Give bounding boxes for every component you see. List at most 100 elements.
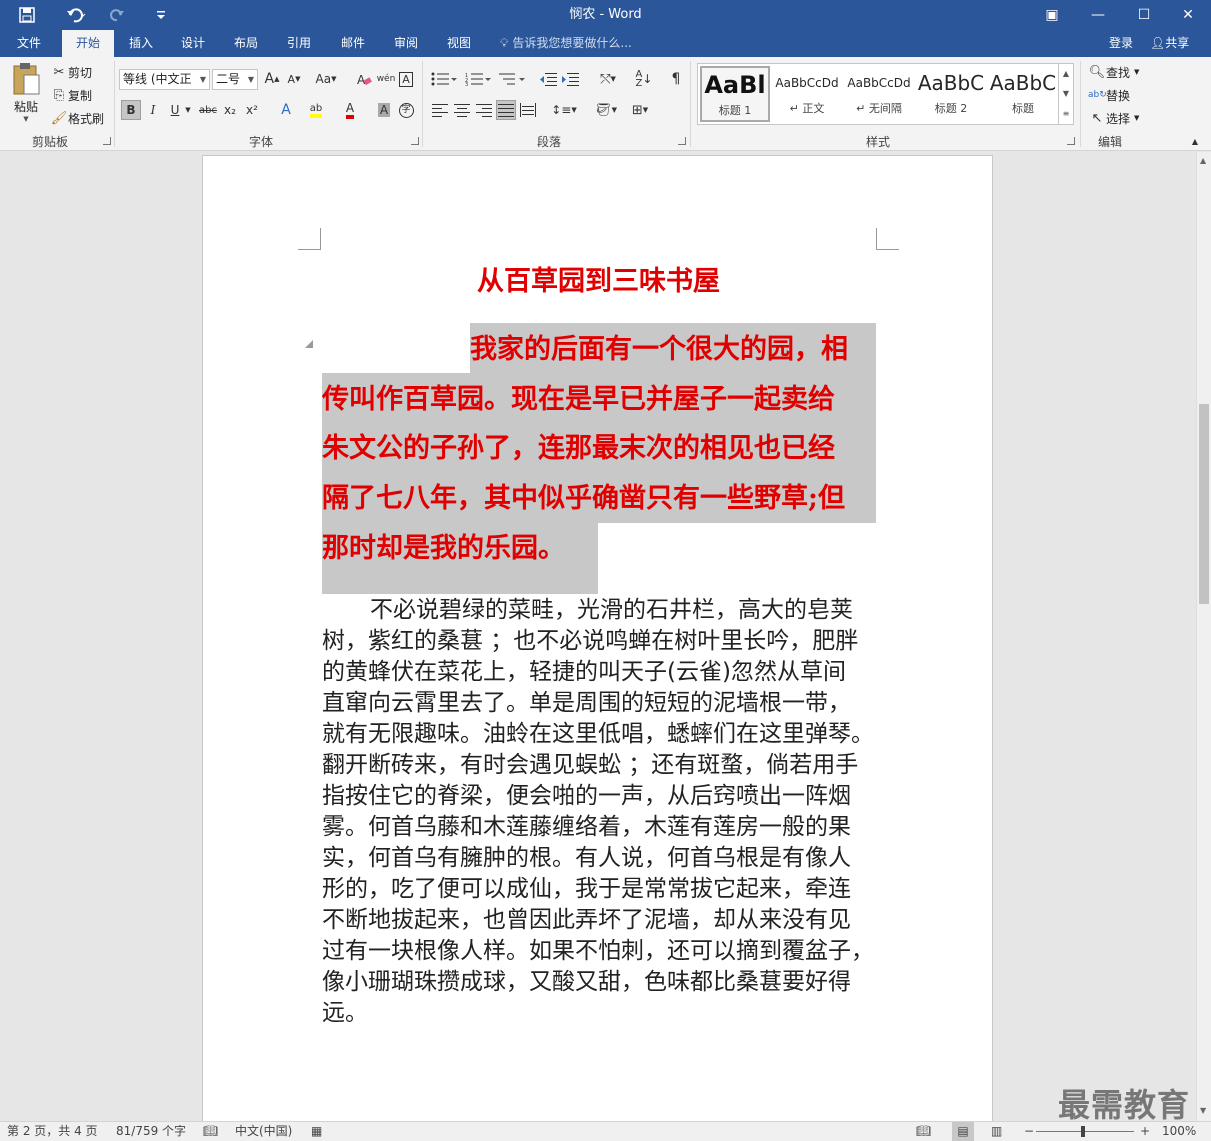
body-text-line[interactable]: 雾。何首乌藤和木莲藤缠络着，木莲有莲房一般的果 (322, 812, 851, 843)
underline-dropdown-icon[interactable]: ▼ (183, 100, 193, 120)
style-heading-1[interactable]: AaBl 标题 1 (700, 66, 770, 122)
shading-icon[interactable]: 🪣︎ ▼ (592, 100, 620, 120)
highlighted-text-line[interactable]: 隔了七八年，其中似乎确凿只有一些野草;但 (322, 474, 845, 524)
maximize-button[interactable]: ☐ (1121, 0, 1167, 30)
multilevel-list-icon[interactable] (498, 69, 526, 89)
highlighted-text-line[interactable]: 传叫作百草园。现在是早已并屋子一起卖给 (322, 375, 835, 425)
borders-icon[interactable]: ⊞ ▼ (626, 100, 654, 120)
change-case-button[interactable]: Aa ▼ (312, 69, 340, 89)
shrink-font-button[interactable]: A ▼ (284, 69, 304, 89)
scroll-up-icon[interactable]: ▲ (1200, 156, 1206, 165)
strikethrough-button[interactable]: abc (198, 100, 218, 120)
read-mode-icon[interactable]: 📖︎ (916, 1122, 931, 1141)
cut-button[interactable]: ✂ 剪切 (50, 62, 92, 82)
web-layout-icon[interactable]: ▥ (991, 1122, 1002, 1141)
replace-button[interactable]: ab↻ 替换 (1088, 85, 1130, 105)
format-painter-button[interactable]: 🖌︎ 格式刷 (50, 108, 104, 128)
copy-button[interactable]: ⎘ 复制 (50, 85, 92, 105)
close-button[interactable]: ✕ (1165, 0, 1211, 30)
style-heading-2[interactable]: AaBbC 标题 2 (916, 66, 986, 122)
zoom-slider-thumb[interactable] (1081, 1126, 1085, 1137)
body-text-line[interactable]: 翻开断砖来，有时会遇见蜈蚣 ；还有斑蝥，倘若用手 (322, 750, 858, 781)
highlighted-text-line[interactable]: 那时却是我的乐园。 (322, 524, 565, 574)
document-heading[interactable]: 从百草园到三味书屋 (203, 259, 994, 298)
styles-scroll[interactable]: ▲ ▼ ≡ (1059, 63, 1074, 125)
zoom-level[interactable]: 100% (1162, 1122, 1196, 1141)
more-styles-icon[interactable]: ≡ (1059, 104, 1073, 124)
text-effects-button[interactable]: A (276, 100, 296, 120)
body-text-line[interactable]: 树，紫红的桑葚 ；也不必说鸣蝉在树叶里长吟，肥胖 (322, 626, 858, 657)
proofing-icon[interactable]: 📖︎ (203, 1122, 218, 1141)
scroll-down-icon[interactable]: ▼ (1200, 1106, 1206, 1115)
collapse-ribbon-icon[interactable]: ▲ (1188, 135, 1202, 147)
page-count[interactable]: 第 2 页，共 4 页 (7, 1122, 98, 1141)
ribbon-display-icon[interactable]: ▣ (1029, 0, 1075, 30)
chinese-layout-icon[interactable]: ⤲ ▼ (594, 69, 622, 89)
scroll-thumb[interactable] (1199, 404, 1209, 604)
style-no-spacing[interactable]: AaBbCcDd ↵ 无间隔 (844, 66, 914, 122)
body-text-line[interactable]: 形的，吃了便可以成仙，我于是常常拔它起来，牵连 (322, 874, 851, 905)
body-text-line[interactable]: 直窜向云霄里去了。单是周围的短短的泥墙根一带， (322, 688, 851, 719)
font-launcher-icon[interactable] (411, 137, 419, 145)
numbering-icon[interactable]: 123 (464, 69, 492, 89)
tab-design[interactable]: 设计 (170, 30, 216, 57)
tab-insert[interactable]: 插入 (118, 30, 164, 57)
zoom-slider-track[interactable] (1036, 1131, 1134, 1132)
body-text-line[interactable]: 像小珊瑚珠攒成球，又酸又甜，色味都比桑葚要好得 (322, 967, 851, 998)
bold-button[interactable]: B (121, 100, 141, 120)
highlighted-text-line[interactable]: 朱文公的子孙了，连那最末次的相见也已经 (322, 424, 835, 474)
sort-icon[interactable]: A Z ↓ (634, 69, 654, 89)
paragraph-launcher-icon[interactable] (678, 137, 686, 145)
tab-home[interactable]: 开始 (62, 30, 114, 57)
highlighted-text-line[interactable]: 我家的后面有一个很大的园，相 (470, 325, 848, 375)
chevron-up-icon[interactable]: ▲ (1059, 64, 1073, 84)
underline-button[interactable]: U (165, 100, 185, 120)
subscript-button[interactable]: x₂ (220, 100, 240, 120)
body-text-line[interactable]: 就有无限趣味。油蛉在这里低唱，蟋蟀们在这里弹琴。 (322, 719, 874, 750)
highlight-button[interactable]: ab (306, 100, 326, 120)
body-text-line[interactable]: 远。 (322, 998, 368, 1029)
clipboard-launcher-icon[interactable] (103, 137, 111, 145)
paste-button[interactable]: 粘贴 ▼ (8, 62, 44, 128)
tab-view[interactable]: 视图 (436, 30, 482, 57)
body-text-line[interactable]: 的黄蜂伏在菜花上，轻捷的叫天子(云雀)忽然从草间 (322, 657, 846, 688)
font-family-select[interactable]: 等线 (中文正 ▼ (119, 69, 210, 90)
select-button[interactable]: ↖ 选择 ▼ (1088, 108, 1140, 128)
body-text-line[interactable]: 不必说碧绿的菜畦，光滑的石井栏，高大的皂荚 (370, 595, 853, 626)
minimize-button[interactable]: — (1075, 0, 1121, 30)
line-spacing-icon[interactable]: ↕≡ ▼ (550, 100, 578, 120)
align-left-icon[interactable] (430, 100, 450, 120)
decrease-indent-icon[interactable] (538, 69, 558, 89)
increase-indent-icon[interactable] (560, 69, 580, 89)
styles-launcher-icon[interactable] (1067, 137, 1075, 145)
word-count[interactable]: 81/759 个字 (116, 1122, 186, 1141)
clear-format-icon[interactable]: A (354, 69, 374, 89)
phonetic-guide-icon[interactable]: wén (376, 69, 396, 89)
font-color-button[interactable]: A (340, 100, 360, 120)
italic-button[interactable]: I (143, 100, 163, 120)
print-layout-icon[interactable]: ▤ (952, 1122, 974, 1141)
style-normal[interactable]: AaBbCcDd ↵ 正文 (772, 66, 842, 122)
tab-references[interactable]: 引用 (276, 30, 322, 57)
tab-mailings[interactable]: 邮件 (330, 30, 376, 57)
superscript-button[interactable]: x² (242, 100, 262, 120)
body-text-line[interactable]: 过有一块根像人样。如果不怕刺，还可以摘到覆盆子， (322, 936, 874, 967)
font-size-select[interactable]: 二号 ▼ (212, 69, 258, 90)
char-shading-button[interactable]: A (374, 100, 394, 120)
vertical-scrollbar[interactable]: ▲ ▼ (1196, 152, 1211, 1121)
tab-file[interactable]: 文件 (4, 30, 54, 57)
align-right-icon[interactable] (474, 100, 494, 120)
style-title[interactable]: AaBbC 标题 (988, 66, 1058, 122)
find-button[interactable]: 🔍︎ 查找 ▼ (1088, 62, 1140, 82)
tell-me-search[interactable]: 💡︎ 告诉我您想要做什么... (500, 30, 632, 57)
zoom-in-button[interactable]: + (1140, 1122, 1150, 1141)
distributed-icon[interactable] (518, 100, 538, 120)
body-text-line[interactable]: 指按住它的脊梁，便会啪的一声，从后窍喷出一阵烟 (322, 781, 851, 812)
body-text-line[interactable]: 不断地拔起来，也曾因此弄坏了泥墙，却从来没有见 (322, 905, 851, 936)
show-marks-icon[interactable]: ¶ (666, 69, 686, 89)
tab-layout[interactable]: 布局 (223, 30, 269, 57)
share-button[interactable]: 👤︎共享 (1150, 30, 1189, 57)
grow-font-button[interactable]: A ▲ (262, 69, 282, 89)
enclose-char-button[interactable]: 字 (396, 100, 416, 120)
align-center-icon[interactable] (452, 100, 472, 120)
